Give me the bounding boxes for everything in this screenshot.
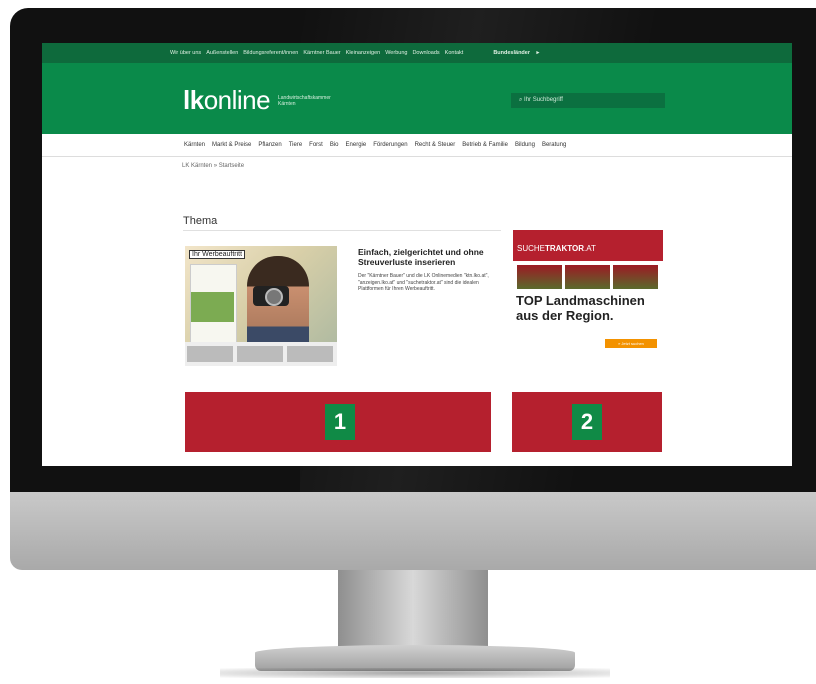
thumbnail [187, 346, 233, 362]
bundeslaender-label: Bundesländer [493, 50, 530, 56]
nav-item[interactable]: Forst [309, 142, 323, 148]
breadcrumb[interactable]: LK Kärnten » Startseite [182, 163, 244, 169]
werbeauftritt-ad-image[interactable]: Ihr Werbeauftritt [185, 246, 337, 366]
brand-suffix: .AT [583, 244, 596, 253]
tagline-line-2: Kärnten [278, 101, 296, 107]
ad-headline[interactable]: Einfach, zielgerichtet und ohne Streuver… [358, 247, 500, 267]
placeholder-number: 2 [572, 404, 602, 440]
ad-thumbnail-strip [185, 342, 337, 366]
top-utility-bar: Wir über uns Außenstellen Bildungsrefere… [42, 43, 792, 63]
monitor-stand-neck [338, 570, 488, 650]
topbar-link[interactable]: Wir über uns [170, 50, 201, 56]
woman-photographer-image [247, 256, 309, 356]
ad-body: Der "Kärntner Bauer" und die LK Onlineme… [358, 273, 489, 292]
placeholder-number: 1 [325, 404, 355, 440]
tractor-photos [513, 261, 663, 289]
topbar-link[interactable]: Downloads [412, 50, 439, 56]
ad-teaser: Einfach, zielgerichtet und ohne Streuver… [358, 247, 500, 293]
nav-item[interactable]: Energie [346, 142, 367, 148]
camera-lens-icon [265, 288, 283, 306]
section-title: Thema [183, 215, 218, 227]
nav-item[interactable]: Markt & Preise [212, 142, 251, 148]
tractor-photo [613, 265, 658, 289]
logo-rest: online [203, 85, 271, 115]
topbar-link[interactable]: Kleinanzeigen [346, 50, 381, 56]
tractor-photo [565, 265, 610, 289]
topbar-link[interactable]: Kontakt [445, 50, 464, 56]
topbar-link[interactable]: Bildungsreferent/innen [243, 50, 298, 56]
ad-placeholder-2: 2 [512, 392, 662, 452]
brand-main: TRAKTOR [545, 244, 584, 253]
nav-item[interactable]: Förderungen [373, 142, 407, 148]
website-screen: Wir über uns Außenstellen Bildungsrefere… [42, 43, 792, 466]
search-placeholder: Ihr Suchbegriff [524, 97, 563, 103]
ad-placeholder-1: 1 [185, 392, 491, 452]
banner-headline: TOP Landmaschinen aus der Region. [516, 293, 645, 323]
nav-item[interactable]: Beratung [542, 142, 566, 148]
nav-item[interactable]: Pflanzen [258, 142, 281, 148]
ad-badge: Ihr Werbeauftritt [189, 250, 246, 259]
brand-pre: SUCHE [517, 244, 546, 253]
tractor-photo [517, 265, 562, 289]
thumbnail [287, 346, 333, 362]
topbar-link[interactable]: Werbung [385, 50, 407, 56]
nav-item[interactable]: Betrieb & Familie [462, 142, 508, 148]
topbar-link[interactable]: Kärntner Bauer [303, 50, 340, 56]
nav-item[interactable]: Tiere [289, 142, 302, 148]
suchetraktor-banner[interactable]: SUCHETRAKTOR.AT TOP Landmaschinen aus de… [513, 230, 663, 354]
thumbnail [237, 346, 283, 362]
main-navigation: Kärnten Markt & Preise Pflanzen Tiere Fo… [42, 134, 792, 157]
nav-item[interactable]: Recht & Steuer [415, 142, 456, 148]
topbar-link[interactable]: Außenstellen [206, 50, 238, 56]
nav-item[interactable]: Bildung [515, 142, 535, 148]
magazine-cover-image [191, 292, 234, 322]
site-header: lkonline Landwirtschaftskammer Kärnten ⌕… [42, 63, 792, 134]
lkonline-logo[interactable]: lkonline [183, 85, 271, 116]
section-divider [183, 230, 501, 231]
logo-bold: lk [183, 85, 204, 115]
search-input[interactable]: ⌕ Ihr Suchbegriff [511, 93, 665, 108]
monitor-chin [10, 492, 816, 570]
suchetraktor-logo: SUCHETRAKTOR.AT [513, 230, 663, 261]
search-now-button[interactable]: » Jetzt suchen [605, 339, 657, 348]
logo-tagline: Landwirtschaftskammer Kärnten [278, 95, 348, 107]
stand-shadow [220, 668, 610, 678]
nav-item[interactable]: Kärnten [184, 142, 205, 148]
bundeslaender-dropdown[interactable]: Bundesländer ▸ [493, 50, 539, 56]
nav-item[interactable]: Bio [330, 142, 339, 148]
